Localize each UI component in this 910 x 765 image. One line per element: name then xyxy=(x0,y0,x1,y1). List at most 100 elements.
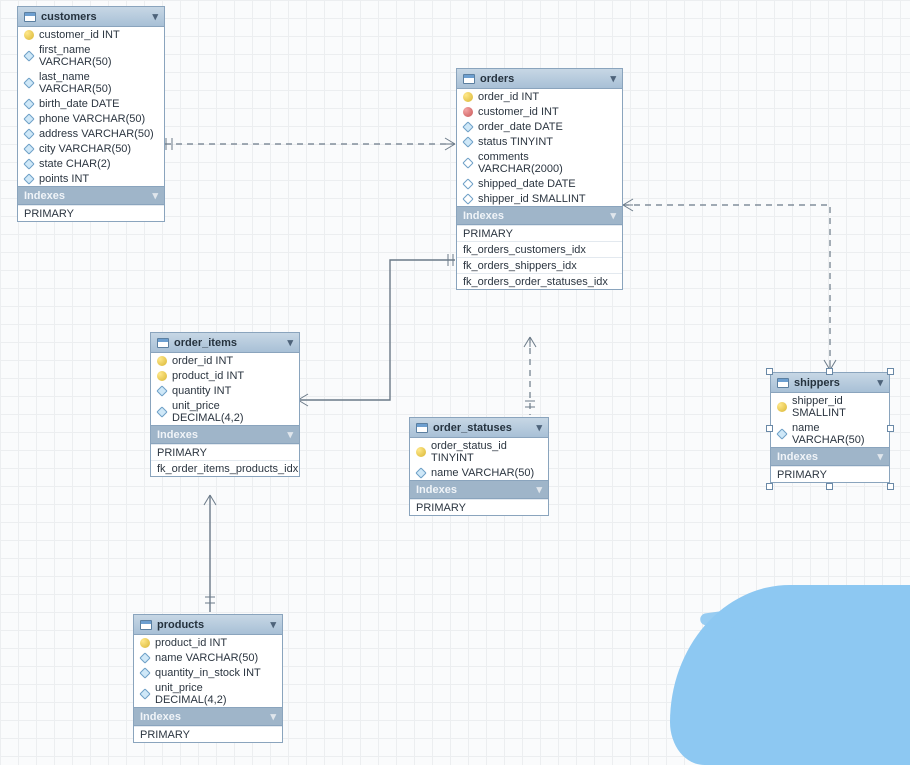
diamond-icon xyxy=(23,98,34,109)
key-icon xyxy=(777,402,787,412)
chevron-down-icon: ▾ xyxy=(610,209,616,222)
diamond-hollow-icon xyxy=(462,193,473,204)
diamond-icon xyxy=(415,467,426,478)
column-list: product_id INT name VARCHAR(50) quantity… xyxy=(134,635,282,707)
column-row[interactable]: name VARCHAR(50) xyxy=(771,420,889,447)
diamond-hollow-icon xyxy=(462,157,473,168)
column-row[interactable]: customer_id INT xyxy=(18,27,164,42)
index-row[interactable]: fk_orders_order_statuses_idx xyxy=(457,273,622,289)
diamond-icon xyxy=(139,667,150,678)
index-row[interactable]: PRIMARY xyxy=(134,726,282,742)
column-list: order_status_id TINYINT name VARCHAR(50) xyxy=(410,438,548,480)
resize-handle[interactable] xyxy=(887,483,894,490)
column-row[interactable]: name VARCHAR(50) xyxy=(134,650,282,665)
table-order-statuses[interactable]: order_statuses ▾ order_status_id TINYINT… xyxy=(409,417,549,516)
key-icon xyxy=(157,371,167,381)
indexes-header[interactable]: Indexes▾ xyxy=(457,206,622,225)
column-row[interactable]: order_id INT xyxy=(151,353,299,368)
index-row[interactable]: PRIMARY xyxy=(410,499,548,515)
diamond-icon xyxy=(23,173,34,184)
column-row[interactable]: product_id INT xyxy=(134,635,282,650)
column-row[interactable]: order_date DATE xyxy=(457,119,622,134)
index-row[interactable]: PRIMARY xyxy=(18,205,164,221)
table-title: order_items xyxy=(174,337,237,349)
diamond-icon xyxy=(23,77,34,88)
chevron-down-icon: ▾ xyxy=(536,483,542,496)
resize-handle[interactable] xyxy=(766,425,773,432)
column-row[interactable]: comments VARCHAR(2000) xyxy=(457,149,622,176)
index-row[interactable]: fk_orders_customers_idx xyxy=(457,241,622,257)
column-row[interactable]: state CHAR(2) xyxy=(18,156,164,171)
column-row[interactable]: unit_price DECIMAL(4,2) xyxy=(151,398,299,425)
column-row[interactable]: shipped_date DATE xyxy=(457,176,622,191)
key-icon xyxy=(157,356,167,366)
resize-handle[interactable] xyxy=(826,368,833,375)
indexes-header[interactable]: Indexes▾ xyxy=(771,447,889,466)
resize-handle[interactable] xyxy=(826,483,833,490)
table-title: orders xyxy=(480,73,514,85)
table-header[interactable]: products ▾ xyxy=(134,615,282,635)
table-shippers[interactable]: shippers ▾ shipper_id SMALLINT name VARC… xyxy=(770,372,890,483)
table-order-items[interactable]: order_items ▾ order_id INT product_id IN… xyxy=(150,332,300,477)
diamond-icon xyxy=(776,428,787,439)
column-row[interactable]: birth_date DATE xyxy=(18,96,164,111)
column-row[interactable]: order_id INT xyxy=(457,89,622,104)
indexes-header[interactable]: Indexes▾ xyxy=(410,480,548,499)
table-icon xyxy=(24,12,36,22)
index-row[interactable]: PRIMARY xyxy=(771,466,889,482)
column-row[interactable]: quantity_in_stock INT xyxy=(134,665,282,680)
diamond-icon xyxy=(139,652,150,663)
indexes-header[interactable]: Indexes▾ xyxy=(151,425,299,444)
table-title: order_statuses xyxy=(433,422,512,434)
table-title: customers xyxy=(41,11,97,23)
key-icon xyxy=(463,92,473,102)
table-header[interactable]: orders ▾ xyxy=(457,69,622,89)
table-orders[interactable]: orders ▾ order_id INT customer_id INT or… xyxy=(456,68,623,290)
key-icon xyxy=(140,638,150,648)
column-row[interactable]: shipper_id SMALLINT xyxy=(771,393,889,420)
column-row[interactable]: last_name VARCHAR(50) xyxy=(18,69,164,96)
table-icon xyxy=(157,338,169,348)
table-products[interactable]: products ▾ product_id INT name VARCHAR(5… xyxy=(133,614,283,743)
chevron-down-icon: ▾ xyxy=(152,10,158,23)
resize-handle[interactable] xyxy=(887,425,894,432)
diamond-icon xyxy=(23,158,34,169)
table-icon xyxy=(416,423,428,433)
column-row[interactable]: address VARCHAR(50) xyxy=(18,126,164,141)
table-title: products xyxy=(157,619,204,631)
index-row[interactable]: PRIMARY xyxy=(151,444,299,460)
column-row[interactable]: product_id INT xyxy=(151,368,299,383)
column-row[interactable]: customer_id INT xyxy=(457,104,622,119)
column-row[interactable]: shipper_id SMALLINT xyxy=(457,191,622,206)
table-title: shippers xyxy=(794,377,840,389)
column-row[interactable]: name VARCHAR(50) xyxy=(410,465,548,480)
column-row[interactable]: city VARCHAR(50) xyxy=(18,141,164,156)
column-row[interactable]: phone VARCHAR(50) xyxy=(18,111,164,126)
column-row[interactable]: unit_price DECIMAL(4,2) xyxy=(134,680,282,707)
column-row[interactable]: quantity INT xyxy=(151,383,299,398)
resize-handle[interactable] xyxy=(766,483,773,490)
index-row[interactable]: fk_orders_shippers_idx xyxy=(457,257,622,273)
indexes-header[interactable]: Indexes▾ xyxy=(134,707,282,726)
column-row[interactable]: status TINYINT xyxy=(457,134,622,149)
table-header[interactable]: order_items ▾ xyxy=(151,333,299,353)
column-row[interactable]: first_name VARCHAR(50) xyxy=(18,42,164,69)
diamond-icon xyxy=(139,688,150,699)
column-row[interactable]: points INT xyxy=(18,171,164,186)
chevron-down-icon: ▾ xyxy=(287,336,293,349)
table-header[interactable]: customers ▾ xyxy=(18,7,164,27)
resize-handle[interactable] xyxy=(766,368,773,375)
chevron-down-icon: ▾ xyxy=(270,618,276,631)
chevron-down-icon: ▾ xyxy=(270,710,276,723)
index-row[interactable]: PRIMARY xyxy=(457,225,622,241)
indexes-header[interactable]: Indexes▾ xyxy=(18,186,164,205)
index-row[interactable]: fk_order_items_products_idx xyxy=(151,460,299,476)
table-header[interactable]: shippers ▾ xyxy=(771,373,889,393)
column-row[interactable]: order_status_id TINYINT xyxy=(410,438,548,465)
table-customers[interactable]: customers ▾ customer_id INT first_name V… xyxy=(17,6,165,222)
table-header[interactable]: order_statuses ▾ xyxy=(410,418,548,438)
column-list: shipper_id SMALLINT name VARCHAR(50) xyxy=(771,393,889,447)
resize-handle[interactable] xyxy=(887,368,894,375)
chevron-down-icon: ▾ xyxy=(610,72,616,85)
table-icon xyxy=(777,378,789,388)
